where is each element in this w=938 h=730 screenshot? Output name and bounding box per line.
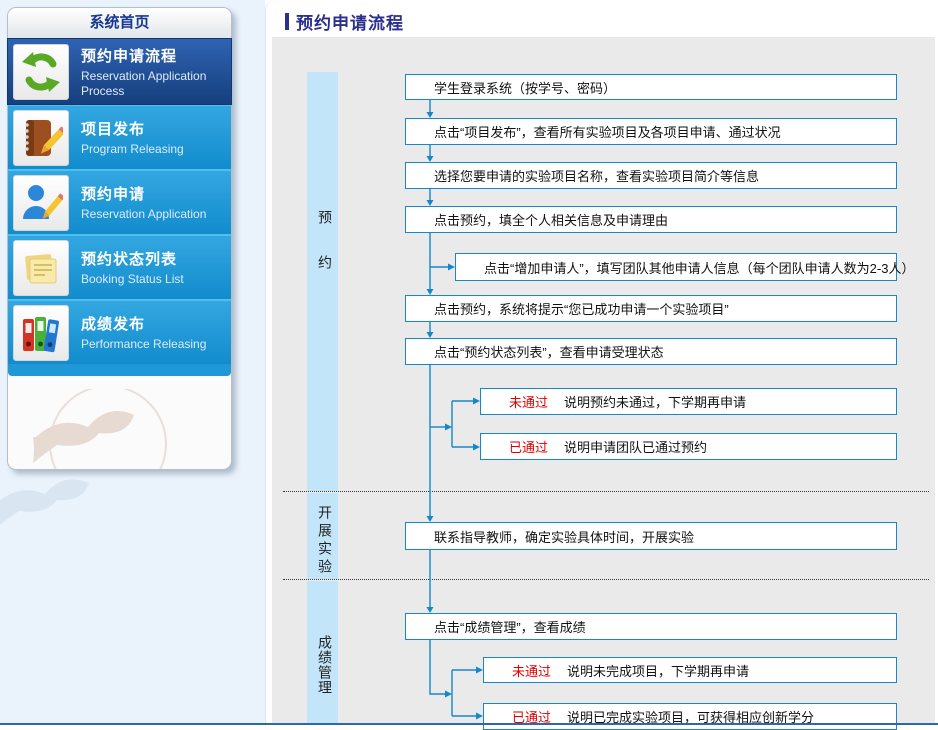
watermark-bird-icon bbox=[0, 468, 102, 548]
flow-box-text: 说明未完成项目，下学期再申请 bbox=[567, 661, 749, 680]
nav-item-subtitle: Program Releasing bbox=[81, 142, 223, 156]
nav-item-title: 成绩发布 bbox=[81, 313, 223, 334]
flow-box-text: 联系指导教师，确定实验具体时间，开展实验 bbox=[434, 527, 694, 546]
window-bottom-bar bbox=[0, 723, 938, 725]
flow-box-text: 点击“项目发布”，查看所有实验项目及各项目申请、通过状况 bbox=[434, 122, 781, 141]
nav-item-title: 预约申请 bbox=[81, 183, 223, 204]
flow-box-text: 说明申请团队已通过预约 bbox=[564, 437, 707, 456]
nav-item-title: 项目发布 bbox=[81, 118, 223, 139]
person-pencil-icon bbox=[13, 175, 69, 231]
sidebar-item-reservation-process[interactable]: 预约申请流程 Reservation Application Process bbox=[8, 39, 231, 104]
section-divider bbox=[283, 579, 929, 580]
flow-box-click-reserve: 点击预约，填全个人相关信息及申请理由 bbox=[405, 206, 897, 233]
page-title-row: 预约申请流程 bbox=[285, 9, 404, 34]
nav-item-title: 预约申请流程 bbox=[81, 45, 223, 66]
nav-item-title: 预约状态列表 bbox=[81, 248, 223, 269]
flow-box-program-releasing: 点击“项目发布”，查看所有实验项目及各项目申请、通过状况 bbox=[405, 118, 897, 145]
binders-icon bbox=[13, 305, 69, 361]
flow-box-score-passed: 已通过说明已完成实验项目，可获得相应创新学分 bbox=[483, 703, 897, 730]
page-title: 预约申请流程 bbox=[296, 9, 404, 34]
flow-box-text: 点击预约，系统将提示“您已成功申请一个实验项目” bbox=[434, 299, 729, 318]
sidebar-item-performance-releasing[interactable]: 成绩发布 Performance Releasing bbox=[8, 299, 231, 364]
flow-box-contact-teacher: 联系指导教师，确定实验具体时间，开展实验 bbox=[405, 522, 897, 550]
status-badge: 未通过 bbox=[512, 661, 551, 680]
nav-item-text: 项目发布 Program Releasing bbox=[81, 118, 223, 156]
nav-item-text: 预约申请 Reservation Application bbox=[81, 183, 223, 221]
phase-label-experiment: 开展实验 bbox=[315, 505, 335, 577]
nav-item-subtitle: Reservation Application Process bbox=[81, 69, 223, 98]
section-divider bbox=[283, 491, 929, 492]
flow-box-score-not-passed: 未通过说明未完成项目，下学期再申请 bbox=[483, 657, 897, 683]
sidebar-header: 系统首页 bbox=[8, 8, 231, 39]
recycle-icon bbox=[13, 44, 69, 100]
title-accent-bar bbox=[285, 13, 289, 30]
flow-box-text: 说明预约未通过，下学期再申请 bbox=[564, 392, 746, 411]
flow-box-text: 点击预约，填全个人相关信息及申请理由 bbox=[434, 210, 668, 229]
flow-box-add-applicants: 点击“增加申请人”，填写团队其他申请人信息（每个团队申请人数为2-3人） bbox=[455, 253, 897, 281]
sticky-notes-icon bbox=[13, 240, 69, 296]
status-badge: 未通过 bbox=[509, 392, 548, 411]
flow-box-text: 点击“成绩管理”，查看成绩 bbox=[434, 617, 586, 636]
nav-item-text: 成绩发布 Performance Releasing bbox=[81, 313, 223, 351]
nav-item-subtitle: Booking Status List bbox=[81, 272, 223, 286]
flow-box-login: 学生登录系统（按学号、密码） bbox=[405, 74, 897, 100]
flow-box-score-management: 点击“成绩管理”，查看成绩 bbox=[405, 613, 897, 640]
notebook-pencil-icon bbox=[13, 110, 69, 166]
flow-box-status-list: 点击“预约状态列表”，查看申请受理状态 bbox=[405, 338, 897, 365]
sidebar-item-program-releasing[interactable]: 项目发布 Program Releasing bbox=[8, 104, 231, 169]
sidebar: 系统首页 预约申请流程 Reservation Application bbox=[7, 7, 232, 470]
flow-box-success-prompt: 点击预约，系统将提示“您已成功申请一个实验项目” bbox=[405, 295, 897, 322]
flow-box-text: 点击“预约状态列表”，查看申请受理状态 bbox=[434, 342, 664, 361]
sidebar-item-booking-status-list[interactable]: 预约状态列表 Booking Status List bbox=[8, 234, 231, 299]
flow-box-passed: 已通过说明申请团队已通过预约 bbox=[480, 433, 897, 460]
nav-item-subtitle: Reservation Application bbox=[81, 207, 223, 221]
flow-box-text: 选择您要申请的实验项目名称，查看实验项目简介等信息 bbox=[434, 166, 759, 185]
flow-box-text: 点击“增加申请人”，填写团队其他申请人信息（每个团队申请人数为2-3人） bbox=[484, 258, 914, 277]
phase-label-reservation: 预约 bbox=[315, 210, 335, 300]
flow-box-select-project: 选择您要申请的实验项目名称，查看实验项目简介等信息 bbox=[405, 162, 897, 189]
nav-item-text: 预约申请流程 Reservation Application Process bbox=[81, 45, 223, 98]
flow-box-text: 学生登录系统（按学号、密码） bbox=[434, 78, 616, 97]
phase-label-score: 成绩管理 bbox=[315, 635, 335, 695]
status-badge: 已通过 bbox=[509, 437, 548, 456]
page-root: 系统首页 预约申请流程 Reservation Application bbox=[0, 0, 938, 730]
flow-box-not-passed: 未通过说明预约未通过，下学期再申请 bbox=[480, 388, 897, 415]
sidebar-nav: 预约申请流程 Reservation Application Process bbox=[8, 39, 231, 376]
nav-item-text: 预约状态列表 Booking Status List bbox=[81, 248, 223, 286]
sidebar-item-reservation-application[interactable]: 预约申请 Reservation Application bbox=[8, 169, 231, 234]
nav-item-subtitle: Performance Releasing bbox=[81, 337, 223, 351]
watermark-seal bbox=[8, 389, 231, 469]
